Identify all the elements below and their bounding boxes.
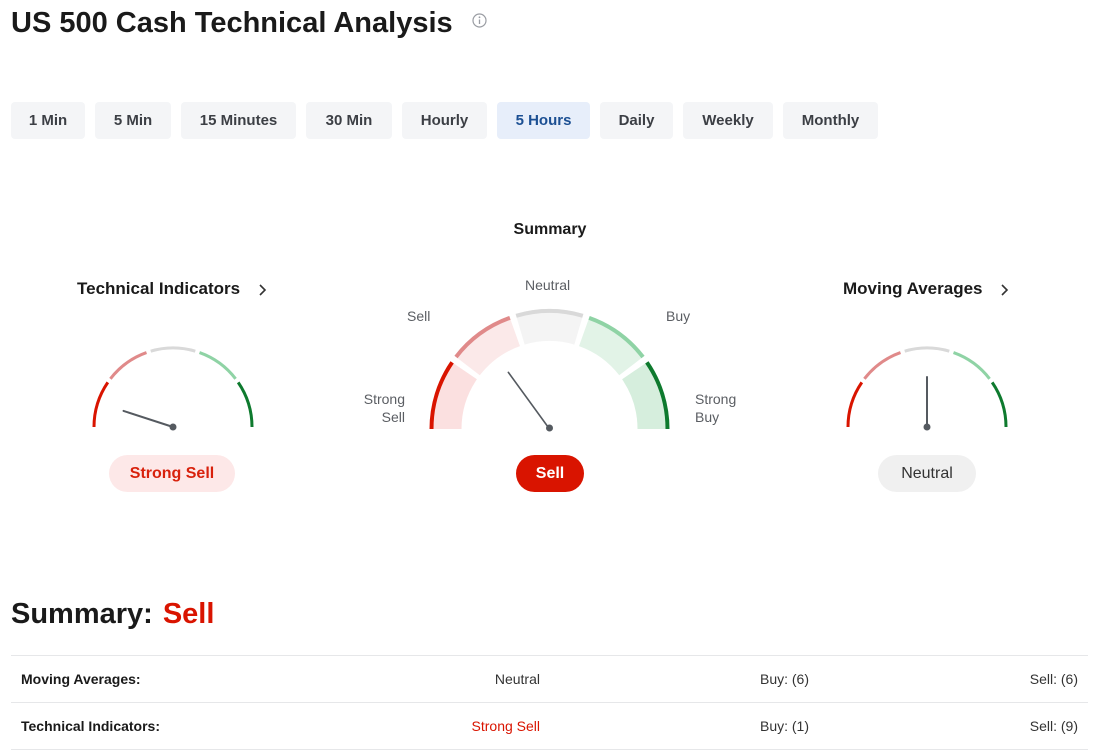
gauge-label-strong-sell: Strong Sell [363, 391, 405, 425]
gauge-segment-sell [109, 351, 148, 380]
info-circle-icon[interactable] [472, 13, 487, 28]
row-buy-count: Buy: (6) [759, 671, 809, 687]
tab-5-min[interactable]: 5 Min [95, 102, 171, 139]
summary-heading: Summary [513, 221, 587, 238]
gauge-label-neutral: Neutral [525, 277, 571, 293]
table-row: Technical Indicators: Strong Sell Buy: (… [11, 702, 1088, 750]
summary-table: Moving Averages: Neutral Buy: (6) Sell: … [11, 655, 1088, 750]
row-sell-count: Sell: (9) [1029, 718, 1078, 734]
gauge-segment-neutral [904, 346, 950, 353]
gauge-band-strong-buy [621, 361, 670, 430]
moving-averages-badge: Neutral [878, 455, 976, 492]
timeframe-tabs: 1 Min 5 Min 15 Minutes 30 Min Hourly 5 H… [11, 102, 888, 139]
page-title: US 500 Cash Technical Analysis [11, 7, 453, 39]
technical-indicators-title[interactable]: Technical Indicators [77, 279, 240, 299]
gauge-label-strong-buy: Strong Buy [695, 391, 737, 425]
row-name: Technical Indicators: [21, 718, 160, 734]
row-sell-count: Sell: (6) [1029, 671, 1078, 687]
gauge-segment-strong-sell [846, 381, 864, 428]
tab-monthly[interactable]: Monthly [783, 102, 878, 139]
gauge-pivot [169, 423, 177, 431]
row-name: Moving Averages: [21, 671, 141, 687]
row-status: Neutral [494, 671, 540, 687]
technical-indicators-badge: Strong Sell [109, 455, 235, 492]
gauge-segment-neutral [150, 346, 196, 353]
summary-gauge [429, 308, 670, 432]
gauge-segment-strong-buy [990, 381, 1008, 428]
gauge-needle [507, 371, 551, 430]
gauge-pivot [923, 423, 931, 431]
chevron-right-icon[interactable] [257, 283, 269, 297]
summary-result: Summary: Sell [11, 598, 214, 631]
gauge-band-strong-sell [429, 361, 478, 430]
table-row: Moving Averages: Neutral Buy: (6) Sell: … [11, 655, 1088, 702]
tab-15-minutes[interactable]: 15 Minutes [181, 102, 296, 139]
moving-averages-gauge [846, 346, 1008, 431]
gauge-segment-strong-sell [92, 381, 110, 428]
row-buy-count: Buy: (1) [759, 718, 809, 734]
tab-hourly[interactable]: Hourly [402, 102, 487, 139]
moving-averages-title[interactable]: Moving Averages [843, 279, 983, 299]
gauge-band-neutral [515, 309, 584, 345]
gauge-pivot [546, 424, 553, 432]
gauge-segment-buy [952, 351, 991, 380]
row-status: Strong Sell [471, 718, 540, 734]
tab-1-min[interactable]: 1 Min [11, 102, 85, 139]
tab-weekly[interactable]: Weekly [683, 102, 773, 139]
gauge-segment-sell [863, 351, 902, 380]
gauge-segment-strong-buy [236, 381, 254, 428]
summary-badge: Sell [516, 455, 584, 492]
tab-daily[interactable]: Daily [600, 102, 673, 139]
gauge-needle [122, 409, 174, 428]
technical-indicators-gauge [92, 346, 254, 431]
tab-5-hours[interactable]: 5 Hours [497, 102, 590, 139]
chevron-right-icon[interactable] [999, 283, 1011, 297]
gauge-segment-buy [198, 351, 237, 380]
tab-30-min[interactable]: 30 Min [306, 102, 392, 139]
summary-result-label: Summary: [11, 598, 153, 630]
summary-result-value: Sell [162, 598, 215, 630]
